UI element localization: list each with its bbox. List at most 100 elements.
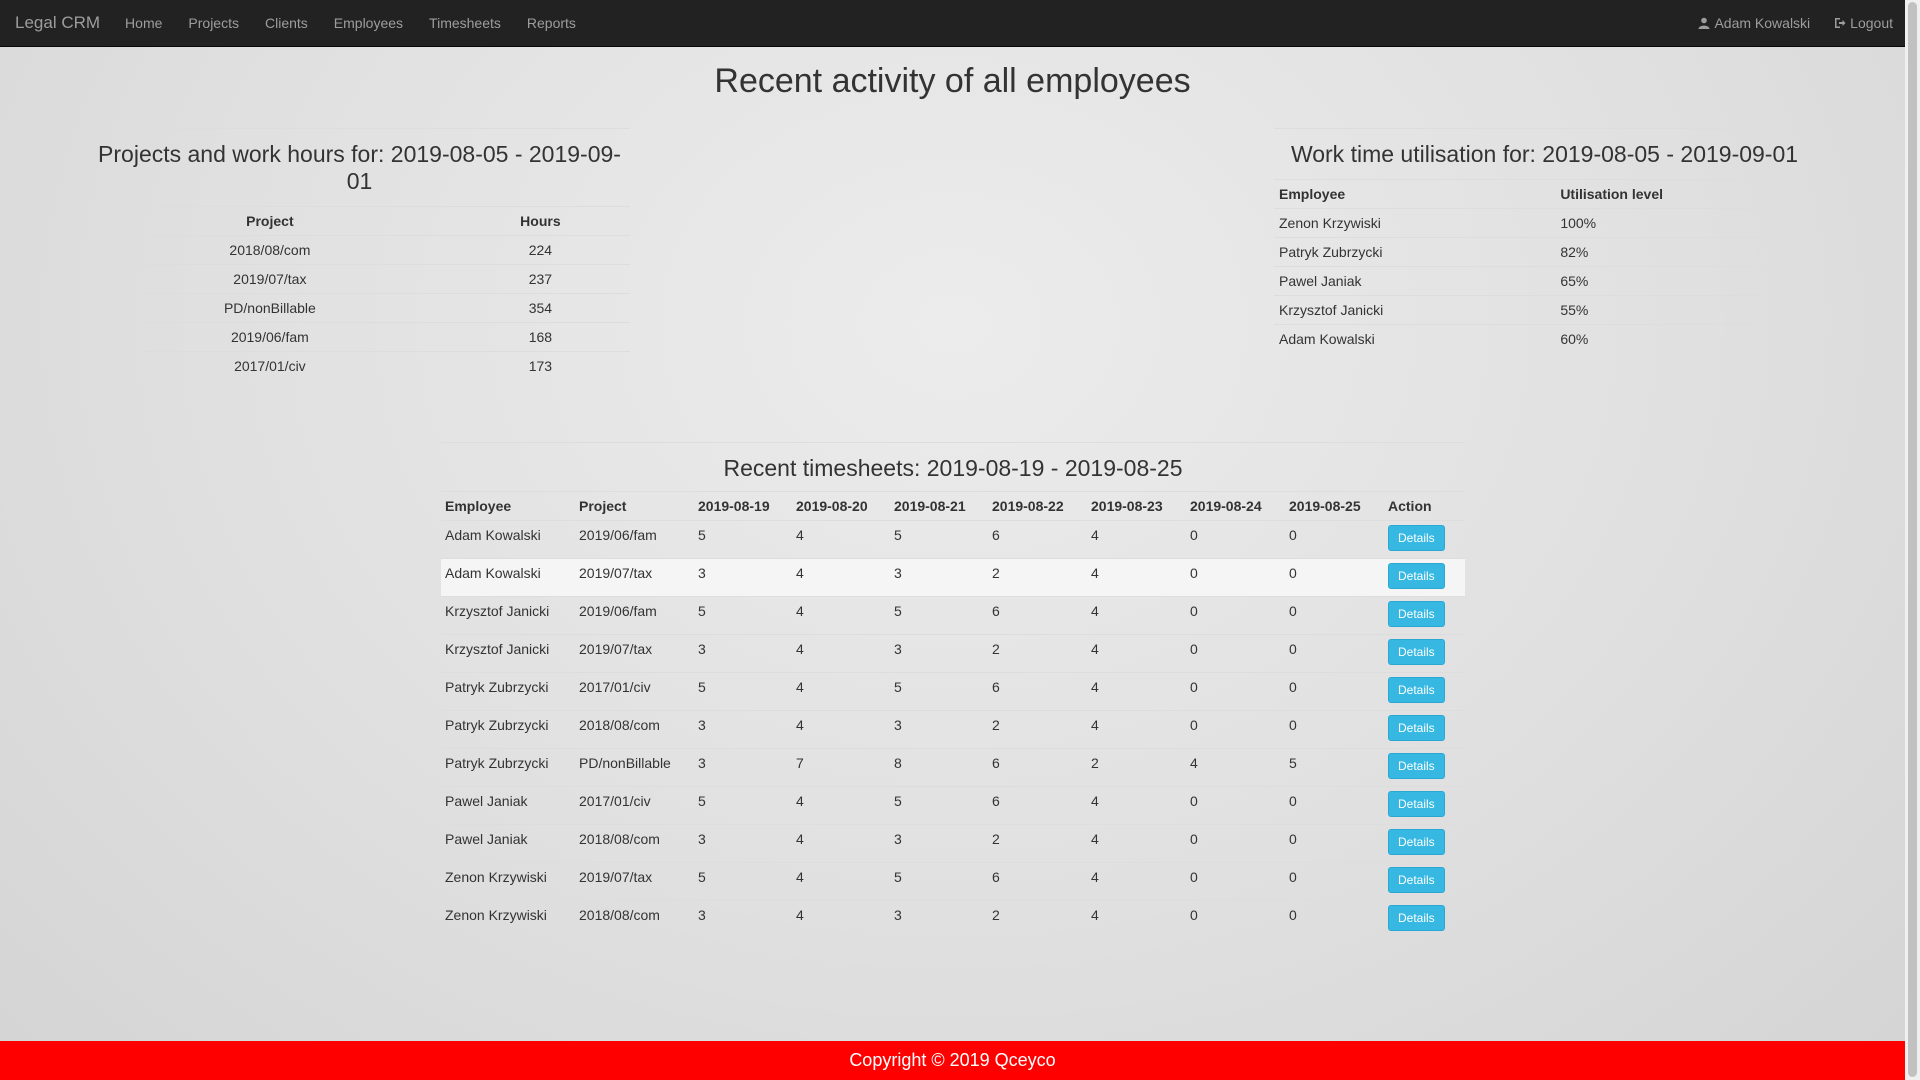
nav-reports[interactable]: Reports <box>514 15 589 31</box>
project-cell: 2018/08/com <box>575 900 694 939</box>
action-cell: Details <box>1384 862 1465 901</box>
day-hours-cell: 4 <box>1087 710 1186 749</box>
table-row: Zenon Krzywiski 100% <box>1274 208 1815 238</box>
user-menu-link[interactable]: Adam Kowalski <box>1686 15 1822 31</box>
table-row: Pawel Janiak 2018/08/com 3 4 3 2 4 0 0 Details <box>441 824 1465 863</box>
details-button[interactable]: Details <box>1388 753 1445 779</box>
day-hours-cell: 0 <box>1186 558 1285 597</box>
project-cell: 2019/07/tax <box>575 634 694 673</box>
nav-timesheets[interactable]: Timesheets <box>416 15 514 31</box>
day-hours-cell: 5 <box>890 862 988 901</box>
column-header: 2019-08-22 <box>988 491 1087 521</box>
day-hours-cell: 3 <box>694 710 792 749</box>
employee-cell: Krzysztof Janicki <box>441 634 575 673</box>
details-button[interactable]: Details <box>1388 563 1445 589</box>
project-cell: 2017/01/civ <box>575 672 694 711</box>
page-title: Recent activity of all employees <box>714 62 1191 100</box>
day-hours-cell: 5 <box>890 520 988 559</box>
day-hours-cell: 3 <box>694 634 792 673</box>
nav-projects[interactable]: Projects <box>175 15 252 31</box>
logout-label: Logout <box>1850 15 1893 31</box>
table-row: Patryk Zubrzycki 82% <box>1274 237 1815 267</box>
day-hours-cell: 2 <box>988 634 1087 673</box>
column-header: Employee <box>1279 186 1346 202</box>
logout-link[interactable]: Logout <box>1822 15 1905 31</box>
day-hours-cell: 0 <box>1186 862 1285 901</box>
action-cell: Details <box>1384 634 1465 673</box>
day-hours-cell: 0 <box>1186 824 1285 863</box>
utilisation-table: Employee Utilisation level Zenon Krzywis… <box>1274 180 1815 353</box>
column-header: Project <box>575 491 694 521</box>
employee-cell: Krzysztof Janicki <box>1274 295 1556 325</box>
table-header-row: Project Hours <box>89 207 630 236</box>
details-button[interactable]: Details <box>1388 791 1445 817</box>
action-cell: Details <box>1384 710 1465 749</box>
details-button[interactable]: Details <box>1388 525 1445 551</box>
day-hours-cell: 0 <box>1285 900 1384 939</box>
day-hours-cell: 0 <box>1285 672 1384 711</box>
day-hours-cell: 2 <box>988 710 1087 749</box>
column-header: Hours <box>520 213 561 229</box>
day-hours-cell: 4 <box>1087 900 1186 939</box>
action-cell: Details <box>1384 824 1465 863</box>
details-button[interactable]: Details <box>1388 905 1445 931</box>
day-hours-cell: 7 <box>792 748 890 787</box>
nav-clients[interactable]: Clients <box>252 15 321 31</box>
day-hours-cell: 3 <box>890 558 988 597</box>
day-hours-cell: 4 <box>792 558 890 597</box>
table-row: PD/nonBillable 354 <box>89 293 630 323</box>
project-cell: 2019/06/fam <box>575 520 694 559</box>
day-hours-cell: 5 <box>694 520 792 559</box>
day-hours-cell: 6 <box>988 862 1087 901</box>
day-hours-cell: 6 <box>988 748 1087 787</box>
nav-employees[interactable]: Employees <box>321 15 416 31</box>
project-cell: 2018/08/com <box>575 824 694 863</box>
day-hours-cell: 4 <box>1186 748 1285 787</box>
details-button[interactable]: Details <box>1388 601 1445 627</box>
table-row: Pawel Janiak 2017/01/civ 5 4 5 6 4 0 0 Details <box>441 786 1465 825</box>
day-hours-cell: 6 <box>988 786 1087 825</box>
nav-home[interactable]: Home <box>112 15 175 31</box>
table-row: Patryk Zubrzycki 2017/01/civ 5 4 5 6 4 0 0 Detail… <box>441 672 1465 711</box>
table-header-row: Employee Utilisation level <box>1274 180 1815 209</box>
logout-icon <box>1835 18 1846 28</box>
day-hours-cell: 6 <box>988 520 1087 559</box>
column-header: Utilisation level <box>1560 186 1664 202</box>
utilisation-cell: 100% <box>1555 208 1815 238</box>
project-cell: 2017/01/civ <box>89 351 451 380</box>
details-button[interactable]: Details <box>1388 715 1445 741</box>
employee-cell: Patryk Zubrzycki <box>441 672 575 711</box>
brand-link[interactable]: Legal CRM <box>15 13 100 33</box>
day-hours-cell: 0 <box>1285 520 1384 559</box>
table-row: 2017/01/civ 173 <box>89 351 630 380</box>
project-cell: PD/nonBillable <box>575 748 694 787</box>
day-hours-cell: 5 <box>694 862 792 901</box>
scrollbar-thumb[interactable] <box>1908 2 1917 1077</box>
table-row: 2019/06/fam 168 <box>89 322 630 352</box>
day-hours-cell: 4 <box>1087 786 1186 825</box>
column-header: 2019-08-23 <box>1087 491 1186 521</box>
details-button[interactable]: Details <box>1388 677 1445 703</box>
details-button[interactable]: Details <box>1388 867 1445 893</box>
column-header: 2019-08-25 <box>1285 491 1384 521</box>
details-button[interactable]: Details <box>1388 829 1445 855</box>
details-button[interactable]: Details <box>1388 639 1445 665</box>
day-hours-cell: 0 <box>1285 596 1384 635</box>
day-hours-cell: 0 <box>1186 786 1285 825</box>
day-hours-cell: 0 <box>1186 634 1285 673</box>
day-hours-cell: 4 <box>1087 672 1186 711</box>
user-name: Adam Kowalski <box>1714 15 1811 31</box>
project-cell: 2019/07/tax <box>575 558 694 597</box>
employee-cell: Pawel Janiak <box>1274 266 1556 296</box>
day-hours-cell: 4 <box>1087 558 1186 597</box>
utilisation-cell: 65% <box>1555 266 1815 296</box>
day-hours-cell: 4 <box>792 710 890 749</box>
project-cell: 2018/08/com <box>575 710 694 749</box>
day-hours-cell: 0 <box>1186 520 1285 559</box>
action-cell: Details <box>1384 596 1465 635</box>
vertical-scrollbar[interactable] <box>1905 0 1920 1080</box>
day-hours-cell: 0 <box>1285 824 1384 863</box>
employee-cell: Zenon Krzywiski <box>1274 208 1556 238</box>
day-hours-cell: 2 <box>988 824 1087 863</box>
day-hours-cell: 5 <box>890 786 988 825</box>
